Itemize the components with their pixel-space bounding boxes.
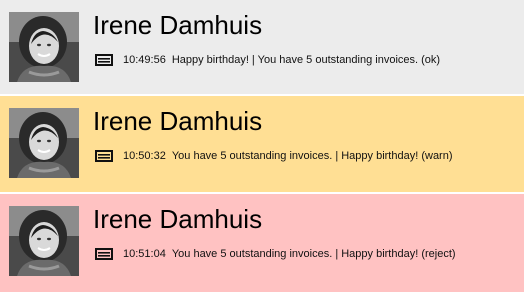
notification-meta: 10:49:56 Happy birthday! | You have 5 ou…	[95, 52, 440, 68]
avatar	[9, 108, 79, 178]
timestamp: 10:49:56	[123, 54, 166, 66]
notification-row-reject[interactable]: Irene Damhuis 10:51:04 You have 5 outsta…	[0, 194, 524, 292]
message-icon	[95, 150, 113, 162]
notification-message: You have 5 outstanding invoices. | Happy…	[171, 248, 456, 260]
avatar	[9, 206, 79, 276]
timestamp: 10:50:32	[123, 150, 166, 162]
timestamp: 10:51:04	[123, 248, 166, 260]
contact-name: Irene Damhuis	[93, 204, 263, 234]
notification-row-warn[interactable]: Irene Damhuis 10:50:32 You have 5 outsta…	[0, 96, 524, 194]
contact-name: Irene Damhuis	[93, 10, 263, 40]
notification-meta: 10:51:04 You have 5 outstanding invoices…	[95, 246, 456, 262]
message-icon	[95, 248, 113, 260]
contact-name: Irene Damhuis	[93, 106, 263, 136]
notification-list: Irene Damhuis 10:49:56 Happy birthday! |…	[0, 0, 524, 292]
message-icon	[95, 54, 113, 66]
notification-message: You have 5 outstanding invoices. | Happy…	[171, 150, 453, 162]
notification-message: Happy birthday! | You have 5 outstanding…	[171, 54, 441, 66]
notification-meta: 10:50:32 You have 5 outstanding invoices…	[95, 148, 453, 164]
avatar	[9, 12, 79, 82]
notification-row-ok[interactable]: Irene Damhuis 10:49:56 Happy birthday! |…	[0, 0, 524, 96]
